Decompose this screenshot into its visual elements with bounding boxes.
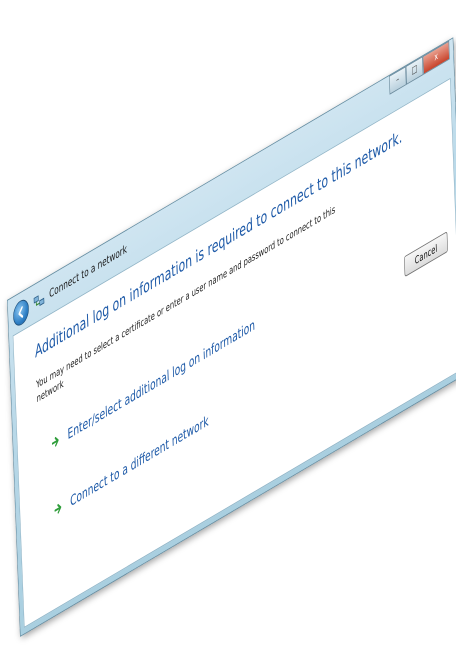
network-icon	[33, 295, 45, 307]
page-heading: Additional log on information is require…	[34, 126, 403, 363]
minimize-button[interactable]: –	[388, 66, 407, 95]
cancel-button[interactable]: Cancel	[403, 231, 449, 278]
dialog-body: Additional log on information is require…	[12, 77, 456, 628]
connect-to-network-window: Connect to a network – □ x Additional lo…	[7, 37, 456, 637]
maximize-button[interactable]: □	[405, 56, 424, 85]
close-button[interactable]: x	[422, 40, 450, 75]
back-arrow-icon	[18, 306, 24, 318]
option-label[interactable]: Enter/select additional log on informati…	[67, 316, 255, 443]
green-arrow-icon	[54, 503, 62, 514]
screen: Connect to a network – □ x Additional lo…	[0, 0, 456, 648]
back-button[interactable]	[12, 295, 30, 330]
green-arrow-icon	[51, 436, 59, 447]
